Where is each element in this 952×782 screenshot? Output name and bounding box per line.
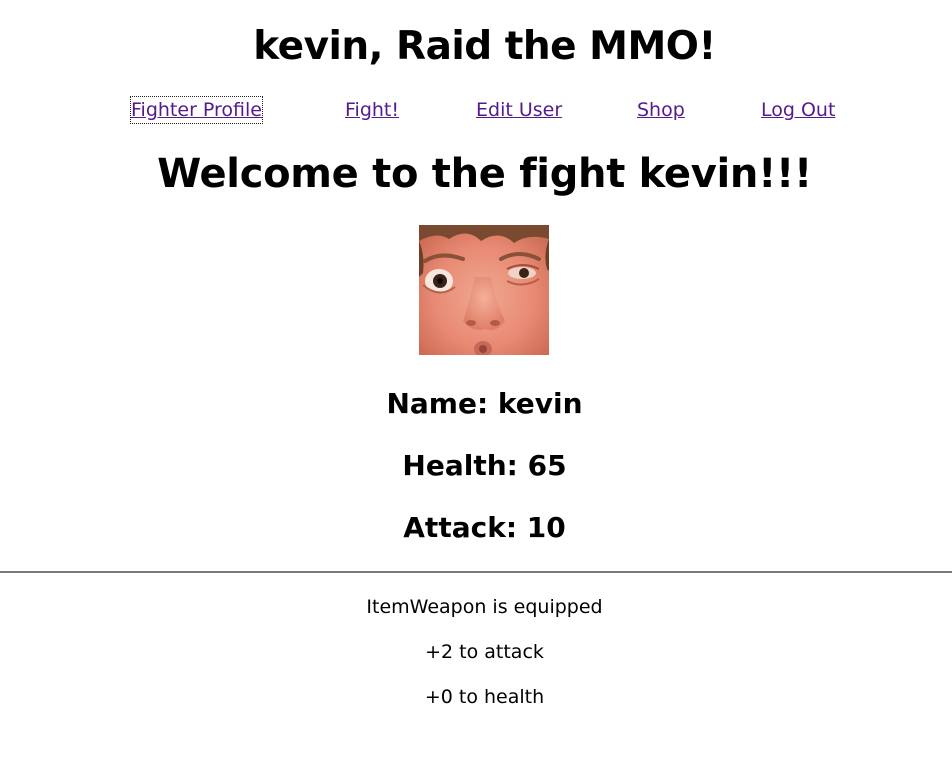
section-divider	[0, 571, 952, 573]
nav-fight-link[interactable]: Fight!	[345, 97, 399, 123]
attack-bonus-text: +2 to attack	[425, 641, 544, 663]
equipped-item-text: ItemWeapon is equipped	[366, 596, 603, 618]
nav-edit-user-link[interactable]: Edit User	[476, 97, 562, 123]
nav-shop-link[interactable]: Shop	[637, 97, 685, 123]
fighter-name: Name: kevin	[386, 387, 583, 420]
nav-log-out-link[interactable]: Log Out	[761, 97, 835, 123]
fighter-avatar	[419, 225, 549, 355]
welcome-heading: Welcome to the fight kevin!!!	[157, 151, 812, 197]
health-bonus-text: +0 to health	[424, 686, 545, 708]
fighter-health: Health: 65	[402, 449, 567, 482]
nav-fighter-profile-link[interactable]: Fighter Profile	[130, 96, 263, 124]
main-nav: Fighter Profile Fight! Edit User Shop Lo…	[0, 96, 952, 125]
site-title: kevin, Raid the MMO!	[253, 24, 716, 69]
fighter-attack: Attack: 10	[403, 511, 566, 544]
